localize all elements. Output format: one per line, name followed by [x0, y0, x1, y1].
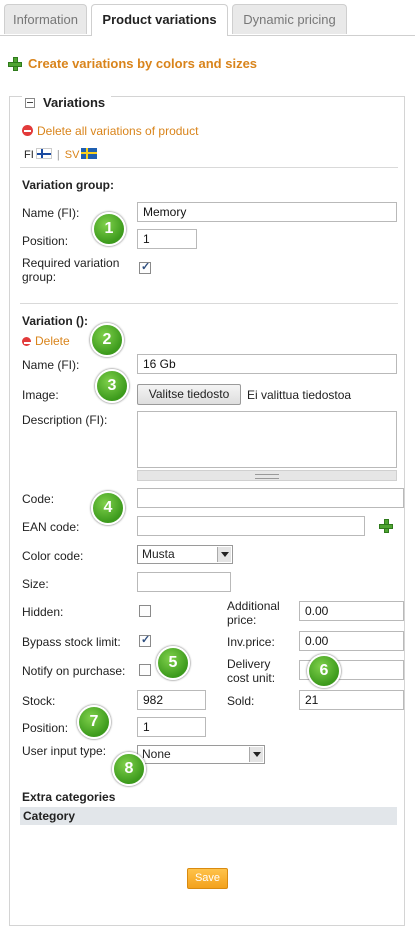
annotation-badge-4: 4 — [91, 491, 125, 525]
description-label: Description (FI): — [22, 413, 108, 427]
group-position-input[interactable]: 1 — [137, 229, 197, 249]
additional-price-input[interactable]: 0.00 — [299, 601, 404, 621]
user-input-type-select[interactable]: None — [137, 745, 265, 764]
additional-price-label: Additional price: — [227, 599, 280, 627]
variation-name-input[interactable]: 16 Gb — [137, 354, 397, 374]
annotation-badge-3: 3 — [95, 369, 129, 403]
variation-position-input[interactable]: 1 — [137, 717, 206, 737]
variation-name-label: Name (FI): — [22, 358, 80, 372]
annotation-badge-6: 6 — [307, 654, 341, 688]
language-separator: | — [56, 149, 60, 161]
add-icon — [8, 56, 22, 71]
size-label: Size: — [22, 577, 49, 591]
extra-categories-heading: Extra categories — [22, 790, 116, 804]
ean-label: EAN code: — [22, 520, 80, 534]
annotation-badge-1: 1 — [92, 212, 126, 246]
delivery-cost-label: Delivery cost unit: — [227, 657, 275, 685]
notify-purchase-checkbox[interactable] — [139, 664, 151, 676]
color-code-select[interactable]: Musta — [137, 545, 233, 564]
group-name-input[interactable]: Memory — [137, 202, 397, 222]
code-label: Code: — [22, 492, 55, 506]
additional-price-label-line1: Additional — [227, 599, 280, 613]
delete-all-link[interactable]: Delete all variations of product — [22, 124, 198, 138]
user-input-type-value: None — [142, 747, 171, 761]
user-input-type-label: User input type: — [22, 744, 107, 758]
color-code-label: Color code: — [22, 549, 84, 563]
group-position-label: Position: — [22, 234, 69, 248]
create-variations-link[interactable]: Create variations by colors and sizes — [8, 56, 257, 71]
size-input[interactable] — [137, 572, 231, 592]
delete-all-label: Delete all variations of product — [37, 124, 199, 138]
save-button[interactable]: Save — [187, 868, 228, 889]
hidden-checkbox[interactable] — [139, 605, 151, 617]
stock-input[interactable]: 982 — [137, 690, 206, 710]
inv-price-label: Inv.price: — [227, 635, 275, 649]
bypass-stock-label: Bypass stock limit: — [22, 635, 121, 649]
notify-purchase-label: Notify on purchase: — [22, 664, 126, 678]
variation-heading: Variation (): — [22, 314, 89, 328]
variation-position-label: Position: — [22, 721, 69, 735]
chevron-down-icon — [249, 747, 263, 762]
variation-group-heading: Variation group: — [22, 178, 115, 192]
tab-dynamic-pricing[interactable]: Dynamic pricing — [232, 4, 347, 34]
annotation-badge-2: 2 — [90, 323, 124, 357]
stock-label: Stock: — [22, 694, 56, 708]
sweden-flag-icon[interactable] — [81, 148, 98, 159]
divider — [20, 167, 398, 168]
tab-information[interactable]: Information — [4, 4, 87, 34]
required-group-label-line1: Required variation — [22, 256, 120, 270]
sold-label: Sold: — [227, 694, 255, 708]
bypass-stock-checkbox[interactable] — [139, 633, 151, 647]
language-sv[interactable]: SV — [65, 149, 80, 161]
textarea-resize-handle[interactable] — [137, 470, 397, 481]
add-ean-icon[interactable] — [379, 519, 393, 533]
required-group-checkbox[interactable] — [139, 260, 151, 274]
delivery-cost-label-line1: Delivery — [227, 657, 271, 671]
category-column-header: Category — [20, 807, 397, 825]
choose-file-button[interactable]: Valitse tiedosto — [137, 384, 241, 405]
group-name-label: Name (FI): — [22, 206, 80, 220]
delete-icon — [22, 125, 33, 136]
tab-bar: Information Product variations Dynamic p… — [0, 0, 415, 36]
annotation-badge-8: 8 — [112, 752, 146, 786]
ean-input[interactable] — [137, 516, 365, 536]
language-switcher: FI | SV — [24, 148, 98, 162]
divider — [20, 303, 398, 304]
file-status: Ei valittua tiedostoa — [247, 388, 352, 402]
sold-input[interactable]: 21 — [299, 690, 404, 710]
color-code-value: Musta — [142, 547, 175, 561]
code-input[interactable] — [137, 488, 404, 508]
create-variations-label: Create variations by colors and sizes — [28, 56, 258, 71]
required-group-label: Required variation group: — [22, 256, 119, 284]
annotation-badge-5: 5 — [156, 646, 190, 680]
chevron-down-icon — [217, 547, 231, 562]
delete-variation-label: Delete — [35, 334, 70, 348]
delete-icon — [22, 337, 31, 346]
additional-price-label-line2: price: — [227, 613, 257, 627]
tab-product-variations[interactable]: Product variations — [91, 4, 228, 36]
variations-title: Variations — [43, 95, 106, 110]
required-group-label-line2: group: — [22, 270, 57, 284]
collapse-icon[interactable] — [25, 97, 35, 108]
language-fi[interactable]: FI — [24, 149, 34, 161]
finland-flag-icon[interactable] — [35, 148, 52, 159]
inv-price-input[interactable]: 0.00 — [299, 631, 404, 651]
annotation-badge-7: 7 — [77, 705, 111, 739]
variations-legend[interactable]: Variations — [22, 95, 112, 110]
delete-variation-link[interactable]: Delete — [22, 334, 70, 348]
image-label: Image: — [22, 388, 59, 402]
hidden-label: Hidden: — [22, 605, 64, 619]
delivery-cost-label-line2: cost unit: — [227, 671, 276, 685]
description-textarea[interactable] — [137, 411, 397, 468]
